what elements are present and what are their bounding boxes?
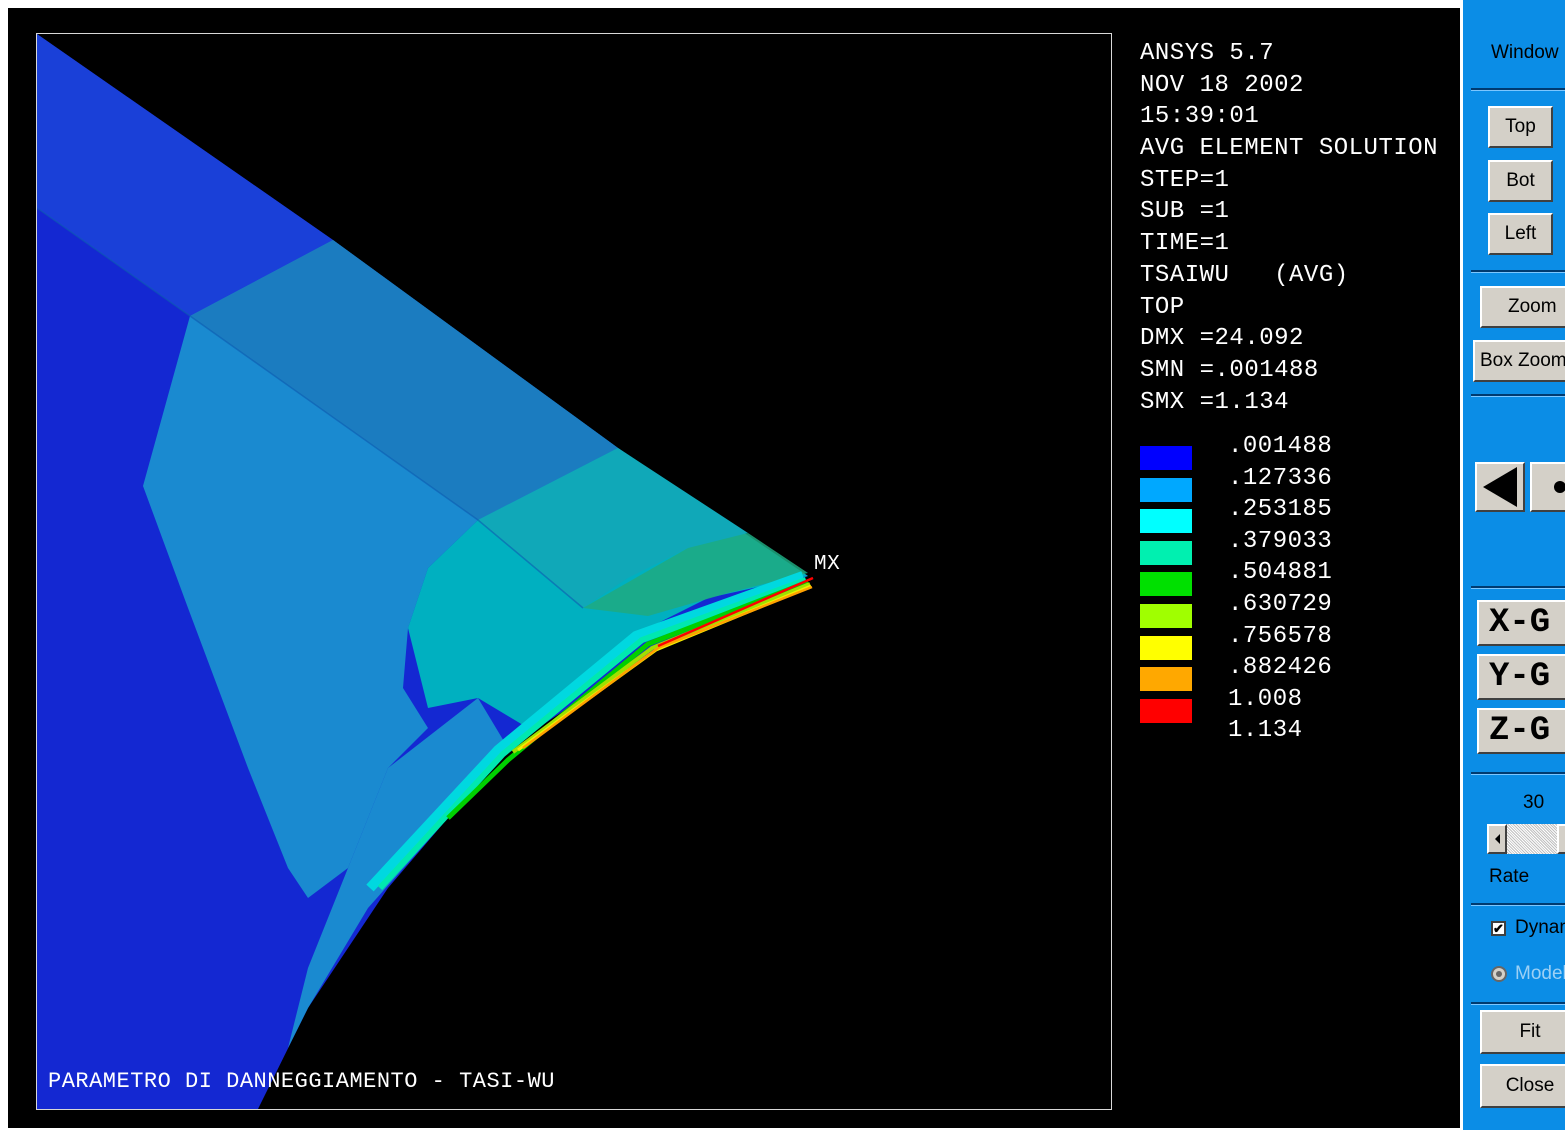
fit-button[interactable]: Fit — [1480, 1010, 1565, 1054]
rate-value: 30 — [1523, 792, 1545, 813]
separator — [1471, 270, 1565, 273]
rotate-y-button[interactable]: Y-G — [1477, 654, 1565, 700]
plot-title: PARAMETRO DI DANNEGGIAMENTO - TASI-WU — [48, 1069, 555, 1094]
rate-slider-thumb[interactable] — [1557, 824, 1565, 854]
plot-info-line: SMX =1.134 — [1140, 388, 1290, 416]
plot-info-line: 15:39:01 — [1140, 103, 1260, 131]
plot-info-line: TSAIWU (AVG) — [1140, 261, 1349, 289]
rotate-x-button[interactable]: X-G — [1477, 600, 1565, 646]
model-label: Model — [1515, 963, 1565, 984]
legend-label: .127336 — [1228, 464, 1333, 492]
legend-label: .504881 — [1228, 559, 1333, 587]
plot-info: ANSYS 5.7 NOV 18 2002 15:39:01 AVG ELEMENT … — [1140, 38, 1460, 418]
rate-label: Rate — [1489, 866, 1530, 887]
separator — [1471, 88, 1565, 91]
separator — [1471, 772, 1565, 775]
arrow-left-icon — [1483, 467, 1517, 507]
legend-label: .756578 — [1228, 622, 1333, 650]
window-label: Window — [1491, 42, 1559, 63]
rate-slider-track[interactable] — [1507, 824, 1557, 854]
dynamic-checkbox[interactable]: ✔ — [1491, 921, 1506, 936]
plot-info-line: SMN =.001488 — [1140, 356, 1319, 384]
legend-label: .882426 — [1228, 654, 1333, 682]
legend-label: 1.008 — [1228, 685, 1303, 713]
close-button[interactable]: Close — [1480, 1064, 1565, 1108]
plot-info-line: TIME=1 — [1140, 230, 1230, 258]
arrow-left-icon — [1494, 834, 1500, 844]
pan-center-button[interactable] — [1530, 462, 1565, 512]
rotate-z-button[interactable]: Z-G — [1477, 708, 1565, 754]
legend-label: .630729 — [1228, 590, 1333, 618]
legend-swatch — [1140, 698, 1192, 723]
plot-info-line: NOV 18 2002 — [1140, 71, 1304, 99]
plot-info-line: SUB =1 — [1140, 198, 1230, 226]
model-radio[interactable] — [1491, 966, 1507, 982]
max-marker-label: MX — [814, 553, 841, 576]
box-zoom-button[interactable]: Box Zoom — [1473, 340, 1565, 382]
separator — [1471, 586, 1565, 589]
dot-icon — [1554, 481, 1565, 493]
plot-info-line: STEP=1 — [1140, 166, 1230, 194]
legend-swatch — [1140, 477, 1192, 502]
plot-info-line: TOP — [1140, 293, 1185, 321]
view-left-button[interactable]: Left — [1488, 213, 1553, 255]
legend-label: .001488 — [1228, 433, 1333, 460]
legend-swatch — [1140, 635, 1192, 660]
zoom-button[interactable]: Zoom — [1480, 286, 1565, 328]
plot-info-line: AVG ELEMENT SOLUTION — [1140, 135, 1439, 163]
legend-label: .253185 — [1228, 496, 1333, 524]
rate-scroll-left-button[interactable] — [1487, 824, 1507, 854]
separator — [1471, 394, 1565, 397]
legend-swatch — [1140, 603, 1192, 628]
separator — [1471, 903, 1565, 906]
legend-label: 1.134 — [1228, 717, 1303, 745]
plot-info-line: ANSYS 5.7 — [1140, 40, 1275, 67]
legend-swatch — [1140, 509, 1192, 534]
dynamic-label: Dynamic — [1515, 917, 1565, 938]
pan-zoom-rotate-panel: Window Top Bot Left Zoom Box Zoom X-G Y-… — [1460, 0, 1565, 1130]
plot-info-line: DMX =24.092 — [1140, 325, 1304, 353]
legend-label: .379033 — [1228, 527, 1333, 555]
view-top-button[interactable]: Top — [1488, 106, 1553, 148]
separator — [1471, 1002, 1565, 1005]
legend-swatch — [1140, 667, 1192, 692]
view-bot-button[interactable]: Bot — [1488, 160, 1553, 202]
graphics-window[interactable]: ANSYS 5.7 NOV 18 2002 15:39:01 AVG ELEMENT … — [8, 8, 1460, 1128]
legend-swatch — [1140, 540, 1192, 565]
viewport-frame — [36, 33, 1112, 1110]
pan-left-button[interactable] — [1475, 462, 1525, 512]
legend-swatch — [1140, 572, 1192, 597]
legend-swatch — [1140, 446, 1192, 470]
